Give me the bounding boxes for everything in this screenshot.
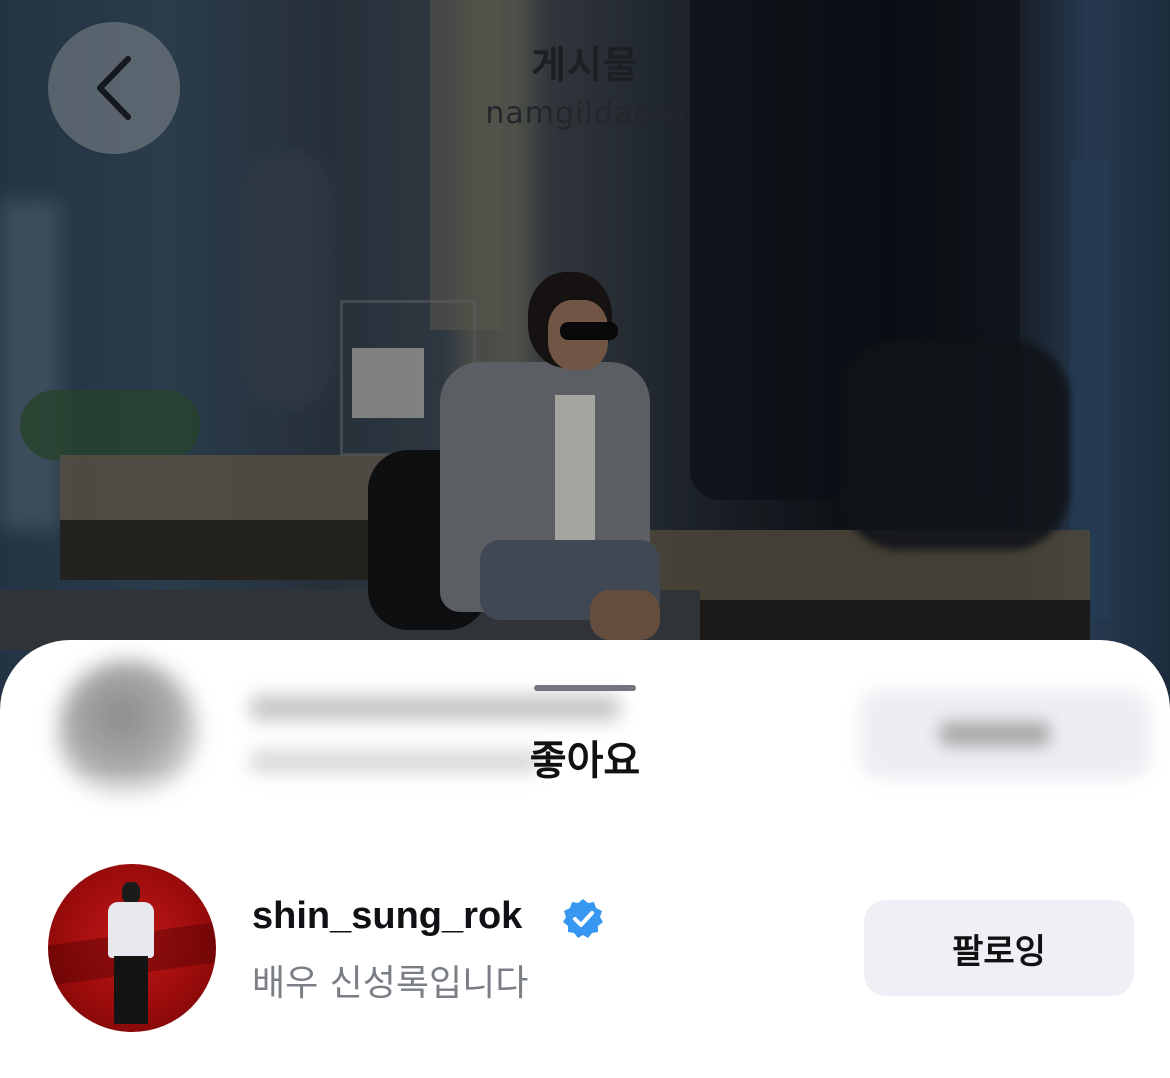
page-subtitle-username[interactable]: namgildaero	[0, 96, 1170, 131]
verified-badge-icon	[563, 899, 603, 938]
avatar[interactable]	[48, 864, 216, 1032]
sheet-title: 좋아요	[529, 738, 641, 784]
likes-sheet: 좋아요 shin_sung_rok 배우 신성록입니다 팔로잉	[0, 640, 1170, 1078]
username[interactable]: shin_sung_rok	[252, 895, 522, 938]
sheet-grabber-handle[interactable]	[534, 685, 636, 691]
page-title: 게시물	[531, 43, 639, 87]
following-button[interactable]: 팔로잉	[864, 900, 1134, 996]
user-bio: 배우 신성록입니다	[252, 963, 529, 1004]
